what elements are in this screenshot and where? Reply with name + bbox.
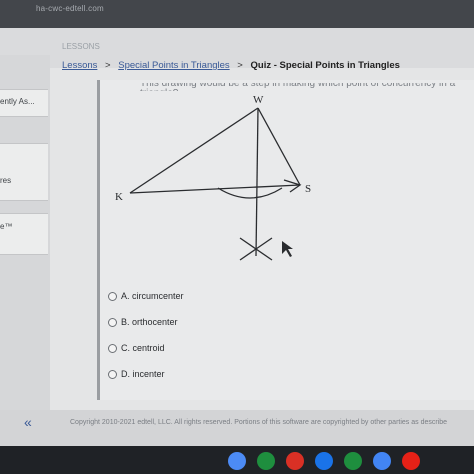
- option-d[interactable]: D. incenter: [108, 367, 165, 381]
- side-kw: [129, 107, 259, 194]
- option-d-label: D. incenter: [121, 369, 165, 379]
- vertex-label-w: W: [253, 94, 264, 106]
- vertex-label-k: K: [115, 191, 123, 203]
- vertex-label-s: S: [305, 183, 311, 195]
- triangle-figure: W K S: [115, 94, 311, 261]
- option-b[interactable]: B. orthocenter: [108, 315, 178, 329]
- sidebar-item-recently-assigned[interactable]: ently As...: [0, 89, 48, 117]
- files-icon[interactable]: [315, 452, 333, 470]
- sidebar-item-scores[interactable]: res: [0, 143, 48, 201]
- youtube-icon[interactable]: [402, 452, 420, 470]
- footer: [0, 410, 474, 446]
- radio-option-c[interactable]: [108, 343, 117, 353]
- construction-arc: [217, 187, 283, 199]
- breadcrumb-special-points[interactable]: Special Points in Triangles: [118, 60, 229, 71]
- side-ws: [257, 107, 301, 186]
- option-c[interactable]: C. centroid: [108, 341, 165, 355]
- browser-toolbar: ha-cwc-edtell.com: [0, 0, 474, 28]
- breadcrumb-lessons[interactable]: Lessons: [62, 60, 97, 71]
- url-text[interactable]: ha-cwc-edtell.com: [36, 4, 104, 13]
- meet-icon[interactable]: [257, 452, 275, 470]
- collapse-sidebar-button[interactable]: «: [24, 414, 32, 430]
- sidebar-item-label: e™: [0, 222, 13, 231]
- radio-option-d[interactable]: [108, 369, 117, 379]
- perpendicular-line: [255, 107, 259, 257]
- breadcrumb-separator: >: [105, 60, 111, 71]
- mouse-cursor-icon: [282, 241, 293, 257]
- sidebar: ently As... res e™: [0, 55, 50, 415]
- option-a-label: A. circumcenter: [121, 291, 184, 301]
- gmail-icon[interactable]: [286, 452, 304, 470]
- radio-option-a[interactable]: [108, 291, 117, 301]
- option-b-label: B. orthocenter: [121, 317, 178, 327]
- play-store-icon[interactable]: [344, 452, 362, 470]
- docs-icon[interactable]: [373, 452, 391, 470]
- sidebar-item-tools[interactable]: e™: [0, 213, 48, 255]
- sidebar-item-label: res: [0, 176, 12, 185]
- option-c-label: C. centroid: [121, 343, 165, 353]
- radio-option-b[interactable]: [108, 317, 117, 327]
- chrome-icon[interactable]: [228, 452, 246, 470]
- copyright-text: Copyright 2010-2021 edtell, LLC. All rig…: [70, 419, 448, 426]
- header-faded-label: LESSONS: [62, 42, 100, 51]
- sidebar-item-label: ently As...: [0, 97, 35, 106]
- breadcrumb-current: Quiz - Special Points in Triangles: [250, 60, 400, 71]
- option-a[interactable]: A. circumcenter: [108, 289, 184, 303]
- breadcrumb-separator: >: [237, 60, 243, 71]
- breadcrumb: Lessons > Special Points in Triangles > …: [62, 60, 400, 71]
